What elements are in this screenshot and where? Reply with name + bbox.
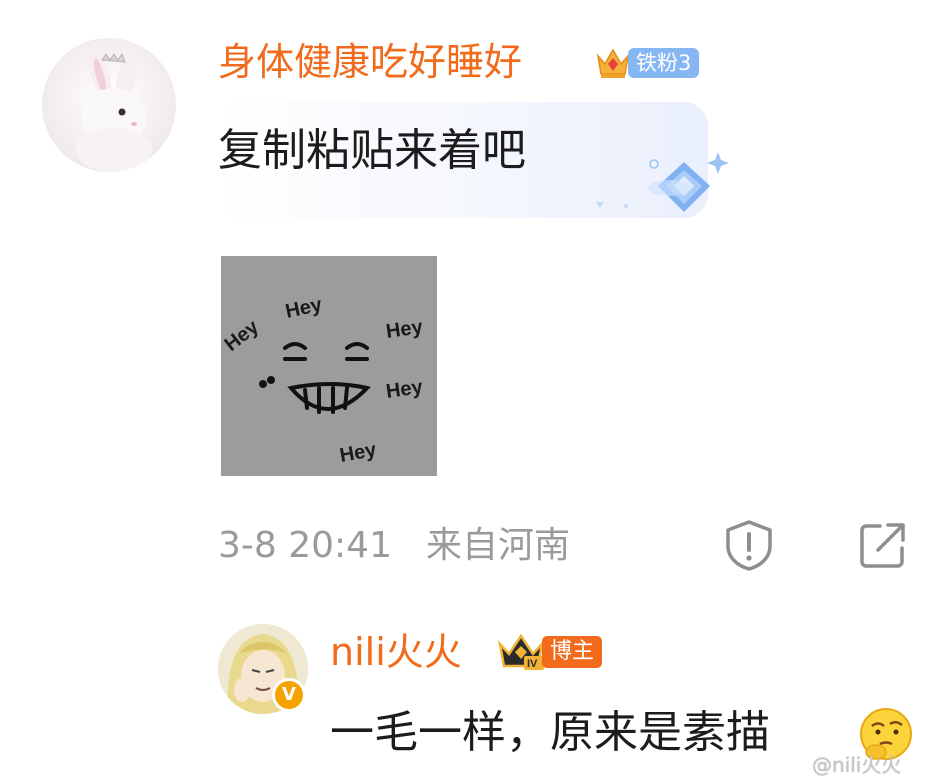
report-icon[interactable] <box>722 518 776 572</box>
username[interactable]: 身体健康吃好睡好 <box>218 36 522 88</box>
fan-badge[interactable]: 铁粉3 <box>594 44 700 82</box>
comment-text: 复制粘贴来着吧 <box>218 125 526 176</box>
share-icon[interactable] <box>856 518 910 572</box>
smiley-sketch-image: Hey Hey Hey Hey Hey <box>221 256 437 476</box>
fan-badge-label: 铁粉3 <box>628 48 700 78</box>
avatar[interactable] <box>42 38 176 172</box>
badge-level: IV <box>527 658 538 670</box>
blogger-badge[interactable]: IV 博主 <box>496 630 603 674</box>
verified-badge: V <box>272 678 306 712</box>
comment-image[interactable]: Hey Hey Hey Hey Hey <box>221 256 437 476</box>
reply-text: 一毛一样，原来是素描 <box>330 707 770 758</box>
crown-icon <box>596 48 630 78</box>
reply-username[interactable]: nili火火 <box>330 626 462 678</box>
blogger-badge-label: 博主 <box>542 636 603 668</box>
rabbit-avatar-icon <box>76 48 152 172</box>
comment-location: 来自河南 <box>426 525 571 566</box>
bubble-gem-decoration-icon <box>596 152 729 212</box>
watermark: @nili火火 <box>812 753 902 777</box>
comment-time: 3-8 20:41 <box>218 525 392 566</box>
crown-icon: IV <box>497 633 545 670</box>
